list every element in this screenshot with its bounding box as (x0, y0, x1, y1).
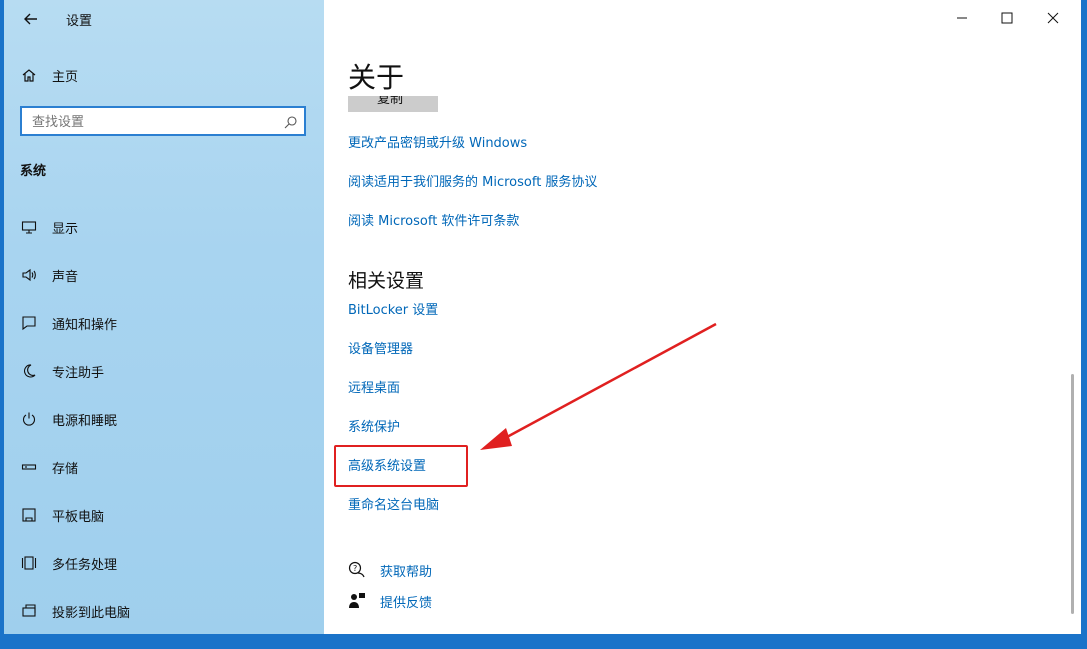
sidebar-item-notifications[interactable]: 通知和操作 (4, 303, 324, 343)
sidebar-item-label: 专注助手 (52, 365, 105, 381)
search-input[interactable] (30, 112, 274, 132)
rename-pc-link[interactable]: 重命名这台电脑 (348, 494, 439, 513)
get-help-link[interactable]: 获取帮助 (380, 561, 432, 580)
device-manager-link[interactable]: 设备管理器 (348, 338, 413, 357)
sidebar-item-sound[interactable]: 声音 (4, 255, 324, 295)
close-icon (1047, 12, 1059, 24)
back-arrow-icon (24, 13, 37, 25)
speaker-icon (20, 266, 38, 284)
license-terms-link[interactable]: 阅读 Microsoft 软件许可条款 (348, 210, 519, 229)
copy-button-label: 复制 (377, 96, 404, 107)
maximize-button[interactable] (997, 8, 1017, 28)
sidebar-item-power-sleep[interactable]: 电源和睡眠 (4, 399, 324, 439)
sidebar-item-label: 主页 (52, 69, 79, 85)
service-agreement-link[interactable]: 阅读适用于我们服务的 Microsoft 服务协议 (348, 171, 597, 190)
settings-window: 设置 主页 系统 显示 声音 (4, 0, 1081, 634)
sidebar-item-focus-assist[interactable]: 专注助手 (4, 351, 324, 391)
sidebar-item-storage[interactable]: 存储 (4, 447, 324, 487)
minimize-button[interactable] (952, 8, 972, 28)
power-icon (20, 410, 38, 428)
help-chat-icon: ? (348, 561, 366, 579)
search-icon (284, 114, 298, 129)
sidebar-item-label: 多任务处理 (52, 557, 118, 573)
tablet-icon (20, 506, 38, 524)
notification-icon (20, 314, 38, 332)
system-protection-link[interactable]: 系统保护 (348, 416, 400, 435)
sidebar-item-label: 声音 (52, 269, 79, 285)
highlight-box (334, 445, 468, 487)
sidebar-item-label: 存储 (52, 461, 79, 477)
close-button[interactable] (1043, 8, 1063, 28)
give-feedback-item[interactable]: 提供反馈 (348, 590, 432, 612)
give-feedback-link[interactable]: 提供反馈 (380, 592, 432, 611)
home-icon (20, 66, 38, 84)
multitask-icon (20, 554, 38, 572)
search-box[interactable] (20, 106, 306, 136)
back-button[interactable] (20, 8, 42, 30)
scrollbar[interactable] (1071, 374, 1074, 614)
feedback-icon (348, 592, 366, 610)
page-title: 关于 (348, 61, 405, 94)
sidebar-item-multitasking[interactable]: 多任务处理 (4, 543, 324, 583)
get-help-item[interactable]: ? 获取帮助 (348, 559, 432, 581)
sidebar-item-label: 平板电脑 (52, 509, 105, 525)
sidebar-item-home[interactable]: 主页 (4, 55, 324, 95)
minimize-icon (957, 17, 967, 19)
project-icon (20, 602, 38, 620)
sidebar-item-project[interactable]: 投影到此电脑 (4, 591, 324, 631)
remote-desktop-link[interactable]: 远程桌面 (348, 377, 400, 396)
app-title: 设置 (66, 14, 93, 29)
storage-icon (20, 458, 38, 476)
copy-button[interactable]: 复制 (348, 96, 438, 112)
sidebar-item-tablet[interactable]: 平板电脑 (4, 495, 324, 535)
sidebar-item-display[interactable]: 显示 (4, 207, 324, 247)
related-settings-title: 相关设置 (348, 270, 425, 292)
sidebar: 设置 主页 系统 显示 声音 (4, 0, 324, 634)
main-content: 关于 复制 更改产品密钥或升级 Windows 阅读适用于我们服务的 Micro… (324, 0, 1081, 634)
section-label: 系统 (20, 164, 47, 179)
sidebar-item-label: 显示 (52, 221, 79, 237)
change-product-key-link[interactable]: 更改产品密钥或升级 Windows (348, 132, 527, 151)
svg-text:?: ? (353, 564, 357, 573)
sidebar-item-label: 通知和操作 (52, 317, 118, 333)
sidebar-item-label: 投影到此电脑 (52, 605, 131, 621)
sidebar-item-label: 电源和睡眠 (52, 413, 118, 429)
maximize-icon (1001, 12, 1013, 24)
moon-icon (20, 362, 38, 380)
monitor-icon (20, 218, 38, 236)
bitlocker-settings-link[interactable]: BitLocker 设置 (348, 299, 438, 318)
